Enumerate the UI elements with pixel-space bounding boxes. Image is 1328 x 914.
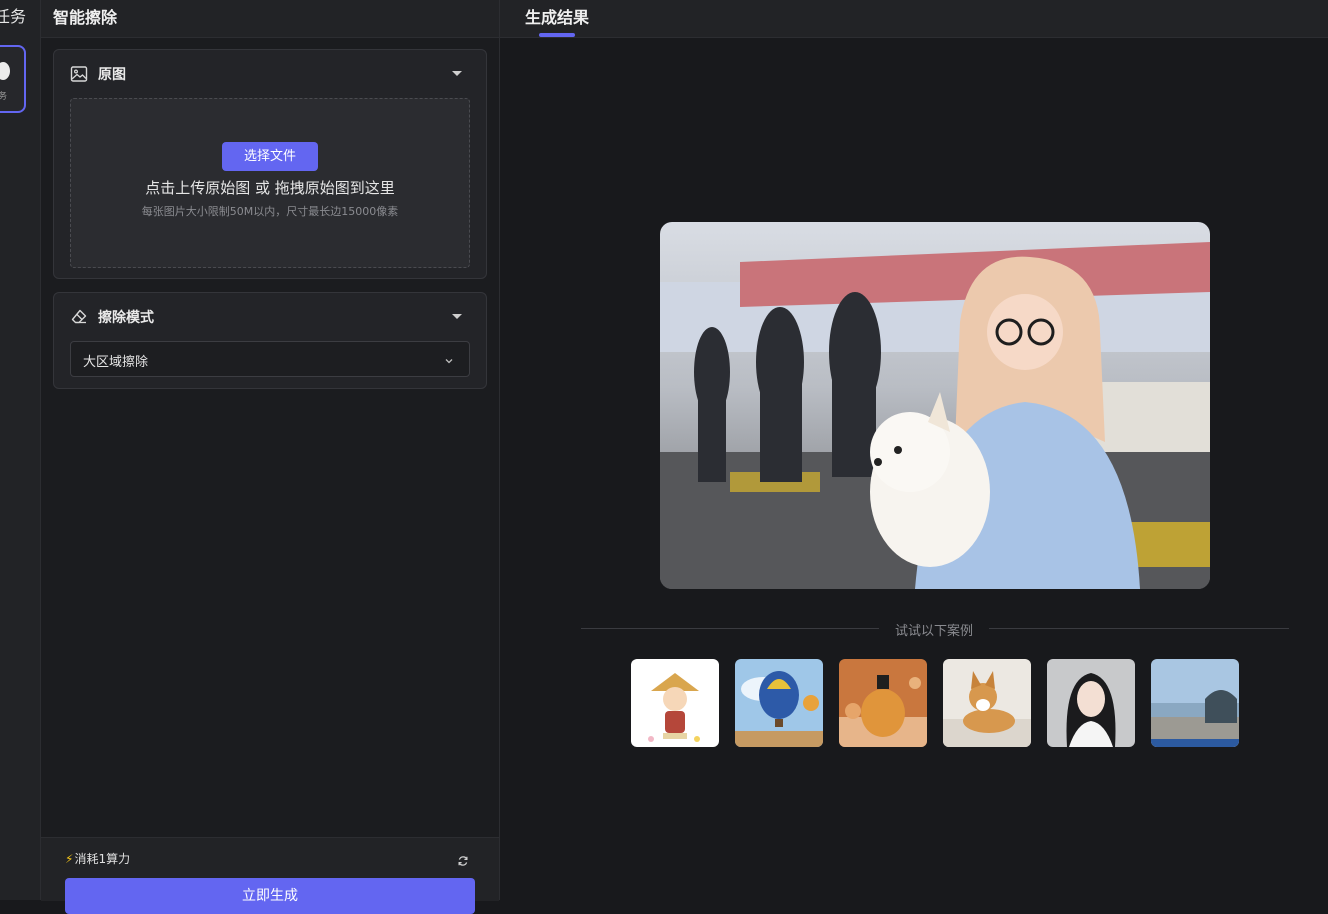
example-thumbnails bbox=[631, 659, 1251, 747]
example-thumb-anime-boy[interactable] bbox=[631, 659, 719, 747]
upload-dropzone[interactable]: 选择文件 点击上传原始图 或 拖拽原始图到这里 每张图片大小限制50M以内，尺寸… bbox=[70, 98, 470, 268]
active-tab-indicator bbox=[539, 33, 575, 37]
result-preview-image bbox=[660, 222, 1210, 589]
erase-mode-section: 擦除模式 大区域擦除 bbox=[53, 292, 487, 389]
original-image-header[interactable]: 原图 bbox=[70, 64, 126, 84]
task-card-label: 务 bbox=[0, 89, 7, 102]
erase-mode-header[interactable]: 擦除模式 bbox=[70, 307, 154, 327]
eraser-icon bbox=[70, 308, 88, 326]
lightning-icon: ⚡ bbox=[65, 851, 74, 866]
examples-label: 试试以下案例 bbox=[894, 624, 973, 639]
cost-info: ⚡ 消耗1算力 bbox=[65, 850, 130, 867]
result-header: 生成结果 bbox=[500, 0, 1328, 38]
task-strip-title: 任务 bbox=[0, 7, 27, 26]
refresh-icon[interactable] bbox=[457, 852, 469, 866]
task-avatar bbox=[0, 62, 10, 80]
task-strip: 任务 务 bbox=[0, 0, 41, 900]
erase-mode-value: 大区域擦除 bbox=[83, 355, 149, 370]
upload-limit-text: 每张图片大小限制50M以内，尺寸最长边15000像素 bbox=[141, 205, 399, 218]
generate-button[interactable]: 立即生成 bbox=[65, 878, 475, 914]
task-card[interactable]: 务 bbox=[0, 45, 26, 113]
collapse-caret-icon[interactable] bbox=[452, 71, 462, 76]
original-image-label: 原图 bbox=[98, 67, 126, 83]
upload-hint: 点击上传原始图 或 拖拽原始图到这里 bbox=[145, 179, 395, 197]
image-icon bbox=[70, 65, 88, 83]
result-area: 生成结果 试试以下案例 bbox=[500, 0, 1328, 900]
generate-bar: ⚡ 消耗1算力 立即生成 bbox=[41, 837, 499, 914]
example-thumb-portrait[interactable] bbox=[1047, 659, 1135, 747]
cost-text: 消耗1算力 bbox=[74, 852, 131, 866]
original-image-section: 原图 选择文件 点击上传原始图 或 拖拽原始图到这里 每张图片大小限制50M以内… bbox=[53, 49, 487, 279]
erase-mode-select[interactable]: 大区域擦除 bbox=[70, 341, 470, 377]
divider-line bbox=[989, 628, 1289, 629]
example-thumb-seaside[interactable] bbox=[1151, 659, 1239, 747]
panel-title: 智能擦除 bbox=[53, 8, 118, 27]
example-thumb-perfume[interactable] bbox=[839, 659, 927, 747]
example-thumb-corgi[interactable] bbox=[943, 659, 1031, 747]
divider-line bbox=[581, 628, 879, 629]
select-file-button[interactable]: 选择文件 bbox=[222, 142, 318, 171]
erase-mode-label: 擦除模式 bbox=[98, 310, 154, 326]
example-thumb-balloons[interactable] bbox=[735, 659, 823, 747]
config-panel: 智能擦除 原图 选择文件 点击上传原始图 或 拖拽原始图到这里 每张图片大小限制… bbox=[41, 0, 500, 914]
chevron-down-icon bbox=[443, 352, 455, 364]
panel-header: 智能擦除 bbox=[41, 0, 499, 38]
tab-generation-result[interactable]: 生成结果 bbox=[525, 4, 589, 28]
collapse-caret-icon[interactable] bbox=[452, 314, 462, 319]
